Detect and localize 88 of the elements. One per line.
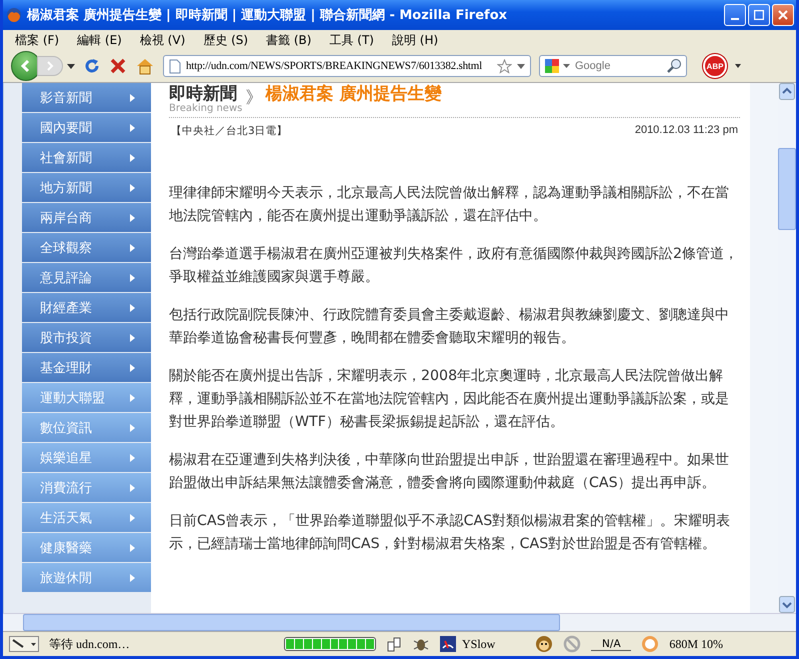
sidebar-item[interactable]: 娛樂追星: [22, 443, 151, 472]
maximize-icon: [754, 10, 764, 20]
menu-item[interactable]: 編輯 (E): [69, 32, 132, 48]
horizontal-scrollbar[interactable]: [3, 613, 796, 631]
sidebar-item[interactable]: 運動大聯盟: [22, 383, 151, 412]
arrow-icon: [130, 424, 135, 432]
arrow-icon: [130, 184, 135, 192]
sidebar-item[interactable]: 地方新聞: [22, 173, 151, 202]
dropdown-icon[interactable]: [517, 64, 525, 68]
scroll-up-icon[interactable]: [779, 83, 795, 100]
monkey-icon[interactable]: [535, 635, 554, 653]
menu-item[interactable]: 檢視 (V): [132, 32, 196, 48]
dropdown-icon[interactable]: [735, 64, 741, 68]
arrow-icon: [130, 574, 135, 582]
arrow-icon: [130, 274, 135, 282]
article-paragraph: 台灣跆拳道選手楊淑君在廣州亞運被判失格案件，政府有意循國際仲裁與跨國訴訟2條管道，爭取權益並維護國家與選手尊嚴。: [169, 245, 740, 287]
stop-icon[interactable]: [109, 57, 127, 75]
arrow-icon: [130, 304, 135, 312]
scroll-thumb[interactable]: [778, 148, 796, 230]
menu-item[interactable]: 書籤 (B): [258, 32, 322, 48]
address-bar[interactable]: http://udn.com/NEWS/SPORTS/BREAKINGNEWS7/6013382.shtml: [163, 55, 531, 77]
sidebar-item[interactable]: 兩岸台商: [22, 203, 151, 232]
separator-text: 》: [245, 87, 262, 109]
home-icon[interactable]: [135, 57, 155, 75]
arrow-icon: [130, 214, 135, 222]
arrow-icon: [130, 454, 135, 462]
publish-date: 2010.12.03 11:23 pm: [634, 124, 738, 138]
news-source: 【中央社／台北3日電】: [171, 124, 288, 139]
sidebar-item[interactable]: 股市投資: [22, 323, 151, 352]
arrow-icon: [130, 364, 135, 372]
sidebar-item[interactable]: 數位資訊: [22, 413, 151, 442]
vertical-scrollbar[interactable]: [778, 83, 796, 613]
menu-item[interactable]: 檔案 (F): [7, 32, 70, 48]
arrow-icon: [130, 124, 135, 132]
inspect-tool-icon[interactable]: [9, 636, 39, 652]
reload-icon[interactable]: [83, 57, 101, 75]
menu-item[interactable]: 歷史 (S): [195, 32, 258, 48]
article-paragraph: 理律律師宋耀明今天表示，北京最高人民法院曾做出解釋，認為運動爭議相關訴訟，不在當地法院管轄內，能否在廣州提出運動爭議訴訟，還在評估中。: [169, 184, 730, 226]
sidebar-item[interactable]: 國內要聞: [22, 113, 151, 142]
sidebar-item[interactable]: 生活天氣: [22, 503, 151, 532]
article-paragraph: 關於能否在廣州提出告訴，宋耀明表示，2008年北京奧運時，北京最高人民法院曾做出解釋，運動爭議相關訴訟並不在當地法院管轄內，因此能否在廣州提出運動爭議訴訟案，或是對世界跆拳道聯盟（WTF）秘書長梁振錫提起訴訟，還在評估。: [169, 367, 730, 432]
scroll-down-icon[interactable]: [779, 596, 795, 613]
sidebar-item[interactable]: 基金理財: [22, 353, 151, 382]
search-engine-icon[interactable]: [544, 58, 560, 74]
star-icon[interactable]: [497, 58, 512, 74]
article-paragraph: 包括行政院副院長陳沖、行政院體育委員會主委戴遐齡、楊淑君與教練劉慶文、劉聰達與中華跆拳道協會秘書長何豐彥，晚間都在體委會聽取宋耀明的報告。: [169, 306, 730, 348]
sidebar-item[interactable]: 意見評論: [22, 263, 151, 292]
status-value: N/A: [591, 638, 632, 650]
page-icon: [169, 58, 181, 74]
dropdown-icon[interactable]: [563, 64, 570, 68]
search-bar[interactable]: Google: [539, 55, 687, 77]
article-paragraph: 日前CAS曾表示，「世界跆拳道聯盟似乎不承認CAS對類似楊淑君案的管轄權」。宋耀明表示，已經請瑞士當地律師詢問CAS，針對楊淑君失格案，CAS對於世跆盟是否有管轄權。: [169, 512, 732, 554]
firefox-icon: [6, 7, 22, 23]
window-title: 楊淑君案 廣州提告生變 | 即時新聞 | 運動大聯盟 | 聯合新聞網 - Mozilla Firefox: [27, 6, 508, 24]
maximize-button[interactable]: [748, 4, 770, 26]
arrow-icon: [130, 334, 135, 342]
article-paragraph: 楊淑君在亞運遭到失格判決後，中華隊向世跆盟提出申訴，世跆盟還在審理過程中。如果世跆盟做出申訴結果無法讓體委會滿意，體委會將向國際運動仲裁庭（CAS）提出再申訴。: [169, 451, 730, 493]
arrow-icon: [130, 154, 135, 162]
minimize-button[interactable]: [724, 4, 746, 26]
memory-usage: 680M 10%: [669, 636, 724, 652]
sidebar-item[interactable]: 影音新聞: [22, 83, 151, 112]
section-subtitle: Breaking news: [169, 104, 242, 114]
minimize-icon: [731, 18, 739, 20]
menu-item[interactable]: 說明 (H): [384, 32, 448, 48]
arrow-icon: [130, 394, 135, 402]
arrow-icon: [130, 544, 135, 552]
sidebar-item[interactable]: 健康醫藥: [22, 533, 151, 562]
close-button[interactable]: [772, 4, 794, 26]
headline: 楊淑君案 廣州提告生變: [265, 86, 442, 103]
gauge-icon: [440, 636, 456, 652]
yslow-button[interactable]: YSlow: [440, 636, 496, 652]
arrow-icon: [130, 244, 135, 252]
sidebar-item[interactable]: 旅遊休閒: [22, 563, 151, 592]
sidebar-item[interactable]: 財經產業: [22, 293, 151, 322]
adblock-button[interactable]: ABP: [703, 54, 727, 78]
sidebar-item[interactable]: 消費流行: [22, 473, 151, 502]
arrow-icon: [130, 484, 135, 492]
arrow-icon: [130, 514, 135, 522]
document-icon[interactable]: [386, 636, 402, 652]
close-icon: [778, 10, 788, 20]
sidebar-item[interactable]: 全球觀察: [22, 233, 151, 262]
dropdown-icon[interactable]: [67, 64, 75, 68]
section-title: 即時新聞: [169, 86, 238, 103]
menu-item[interactable]: 工具 (T): [321, 32, 384, 48]
arrow-icon: [130, 94, 135, 102]
status-text: 等待 udn.com…: [49, 636, 131, 652]
search-icon[interactable]: [666, 58, 682, 74]
sidebar-item[interactable]: 社會新聞: [22, 143, 151, 172]
